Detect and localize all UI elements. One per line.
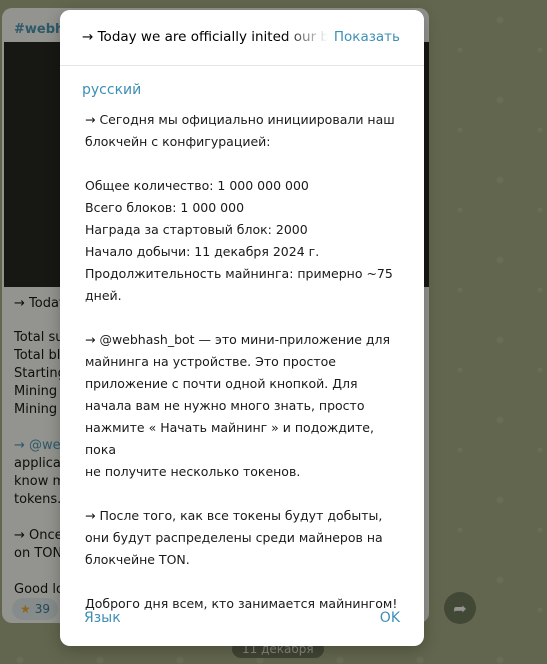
dialog-footer: Язык OK [60, 598, 424, 646]
translated-text: → Сегодня мы официально инициировали наш… [85, 109, 407, 615]
dialog-header: → Today we are officially inited our blo… [60, 10, 424, 66]
language-button[interactable]: Язык [84, 610, 121, 626]
show-original-button[interactable]: Показать [334, 29, 400, 45]
translated-paragraph: Общее количество: 1 000 000 000 Всего бл… [85, 178, 393, 303]
translated-paragraph: → Сегодня мы официально инициировали наш… [85, 112, 395, 149]
translated-paragraph: → После того, как все токены будут добыт… [85, 508, 383, 567]
translated-paragraph: → @webhash_bot — это мини-приложение для… [85, 332, 391, 479]
translate-dialog: → Today we are officially inited our blo… [60, 10, 424, 646]
original-text-preview: → Today we are officially inited our blo… [82, 29, 328, 45]
ok-button[interactable]: OK [380, 610, 400, 626]
target-language-label: русский [82, 82, 142, 98]
